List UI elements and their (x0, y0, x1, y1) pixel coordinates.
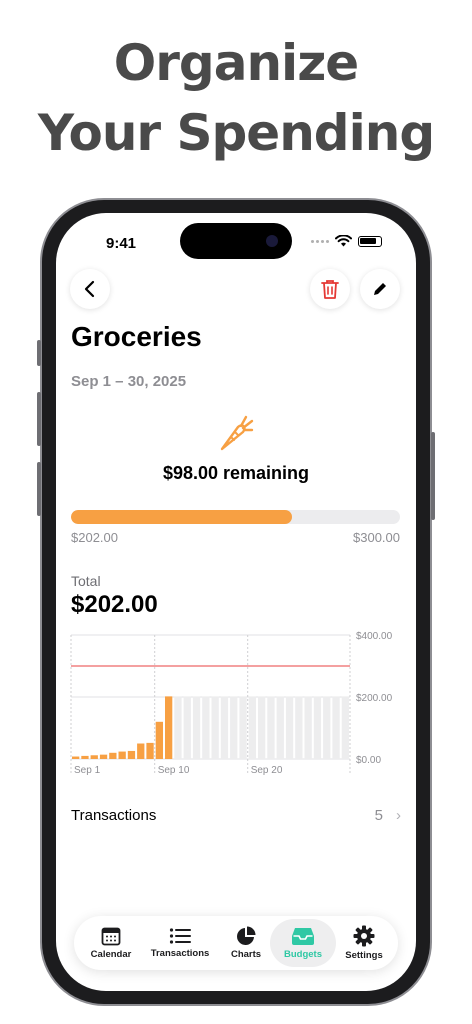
phone-volume-up (37, 392, 41, 446)
chart-bar-projected (183, 696, 191, 759)
budget-date-range: Sep 1 – 30, 2025 (71, 373, 187, 390)
phone-power-button (431, 432, 435, 520)
promo-headline-line2: Your Spending (37, 104, 435, 162)
tab-budgets[interactable]: Budgets (270, 919, 336, 967)
chart-bar-actual (90, 755, 98, 759)
trash-icon (321, 280, 339, 299)
chart-bar-projected (248, 696, 256, 759)
chart-y-tick-label: $200.00 (356, 693, 393, 704)
cellular-signal-icon (311, 239, 329, 243)
tab-settings-label: Settings (345, 950, 383, 961)
budget-progress-fill (71, 510, 293, 524)
carrot-icon (220, 415, 254, 451)
chart-bar-projected (341, 696, 349, 759)
chevron-right-icon: › (396, 807, 401, 824)
chart-bar-projected (192, 696, 201, 759)
tab-charts-label: Charts (230, 949, 262, 960)
chevron-left-icon (84, 280, 95, 298)
chart-bar-actual (99, 754, 108, 759)
total-label: Total (71, 573, 101, 589)
promo-headline-line1: Organize (113, 34, 359, 92)
chart-bar-projected (174, 696, 182, 759)
chart-y-tick-label: $400.00 (356, 631, 393, 642)
calendar-icon (101, 927, 121, 946)
transactions-count: 5 (374, 807, 383, 824)
remaining-amount: $98.00 remaining (162, 463, 310, 483)
wifi-icon (335, 235, 352, 247)
dynamic-island (180, 223, 292, 259)
chart-bar-projected (239, 696, 247, 759)
tray-icon (292, 928, 314, 945)
chart-bar-projected (230, 696, 238, 759)
chart-bar-actual (146, 742, 154, 759)
chart-bar-projected (323, 696, 331, 759)
edit-button[interactable] (360, 269, 400, 309)
gear-icon (353, 925, 375, 947)
transactions-row[interactable]: Transactions 5 › (71, 805, 401, 827)
back-button[interactable] (70, 269, 110, 309)
chart-y-tick-label: $0.00 (356, 755, 381, 766)
chart-bar-projected (304, 696, 312, 759)
budget-progress-bar (71, 510, 400, 524)
list-icon (169, 928, 191, 944)
tab-calendar[interactable]: Calendar (80, 916, 142, 970)
status-time: 9:41 (106, 235, 137, 252)
chart-x-tick-label: Sep 10 (158, 765, 190, 776)
chart-bar-actual (137, 743, 145, 759)
chart-bar-projected (313, 696, 322, 759)
chart-bar-actual (127, 750, 136, 759)
battery-icon (358, 235, 382, 247)
chart-bar-actual (109, 752, 117, 759)
total-value: $202.00 (71, 591, 158, 618)
phone-side-button (37, 340, 41, 366)
chart-x-tick-label: Sep 20 (251, 765, 283, 776)
pie-chart-icon (237, 926, 256, 945)
tab-settings[interactable]: Settings (336, 916, 392, 970)
tab-charts[interactable]: Charts (218, 916, 274, 970)
chart-bar-projected (220, 696, 229, 759)
chart-bar-actual (165, 696, 173, 759)
chart-bar-projected (285, 696, 294, 759)
chart-bar-projected (211, 696, 219, 759)
chart-bar-actual (81, 755, 89, 759)
status-icons (311, 235, 382, 247)
budget-title: Groceries (71, 321, 202, 352)
chart-x-tick-label: Sep 1 (74, 765, 101, 776)
tab-transactions-label: Transactions (150, 948, 210, 959)
tab-budgets-label: Budgets (284, 949, 322, 960)
spent-amount-label: $202.00 (71, 530, 118, 545)
phone-volume-down (37, 462, 41, 516)
pencil-icon (374, 283, 386, 295)
limit-amount-label: $300.00 (353, 530, 400, 545)
chart-bar-actual (118, 751, 126, 759)
tab-calendar-label: Calendar (90, 949, 132, 960)
app-screen: 9:41 Groceries Sep 1 – 30, 2025 $98.00 r… (56, 213, 416, 991)
chart-bar-projected (295, 696, 303, 759)
chart-bar-projected (202, 696, 210, 759)
chart-bar-projected (258, 696, 266, 759)
tab-transactions[interactable]: Transactions (144, 916, 216, 970)
chart-bar-projected (267, 696, 275, 759)
tab-bar: Calendar Transactions Charts Budgets Set… (74, 916, 398, 970)
transactions-label: Transactions (71, 807, 157, 824)
delete-button[interactable] (310, 269, 350, 309)
chart-bar-actual (155, 721, 163, 759)
spending-chart: $400.00 $200.00 $0.00 Sep 1 Sep 10 Sep 20 (70, 631, 393, 776)
chart-bar-actual (72, 756, 80, 759)
camera-icon (266, 235, 278, 247)
chart-bar-projected (332, 696, 340, 759)
chart-bar-projected (276, 696, 284, 759)
